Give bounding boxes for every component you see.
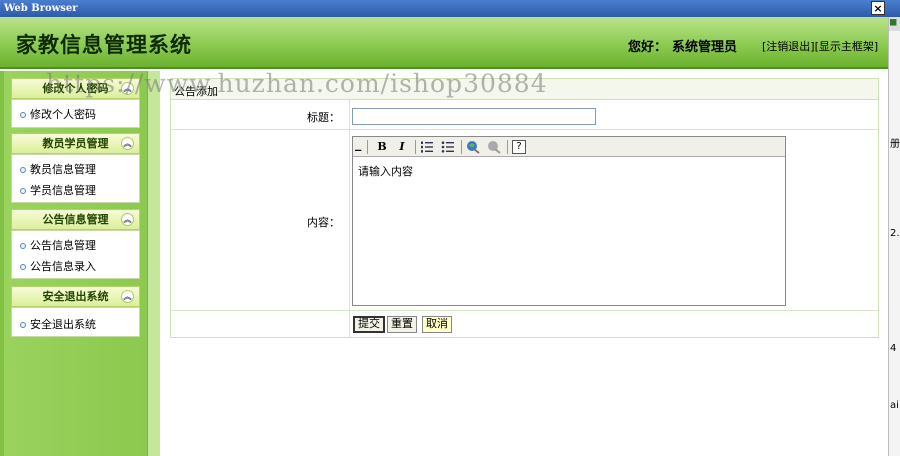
sidebar-item-label: 公告信息管理 <box>30 239 96 252</box>
greeting-label: 您好： <box>628 40 668 55</box>
sidebar-section-logout[interactable]: 安全退出系统 ︽ <box>11 286 140 307</box>
sidebar-item-student-info[interactable]: 学员信息管理 <box>20 182 96 198</box>
header-links: [注销退出][显示主框架] <box>762 38 878 54</box>
window-titlebar: Web Browser × <box>0 0 900 17</box>
app-title: 家教信息管理系统 <box>16 33 192 57</box>
browser-window: Web Browser × ◼ 册 2. 4 ai 家教信息管理系统 您好： 系… <box>0 0 900 456</box>
content-label: 内容： <box>307 216 340 229</box>
show-main-frame-link[interactable]: [显示主框架] <box>815 40 879 53</box>
form-title: 公告添加 <box>174 85 218 98</box>
bullet-icon <box>20 322 26 328</box>
toolbar-separator <box>415 140 416 154</box>
sidebar-section-announcements[interactable]: 公告信息管理 ︽ <box>11 209 140 230</box>
sidebar-section-password[interactable]: 修改个人密码 ︽ <box>11 78 140 99</box>
remove-link-icon[interactable] <box>487 140 501 154</box>
sidebar-item-announcement-entry[interactable]: 公告信息录入 <box>20 258 96 274</box>
insert-link-icon[interactable] <box>466 140 480 154</box>
window-close-button[interactable]: × <box>871 1 885 15</box>
sidebar-item-label: 学员信息管理 <box>30 184 96 197</box>
announcement-form: 公告添加 标题： 内容： ▁ B I ? 请输入内容 提交 重置 取消 <box>170 78 879 338</box>
current-user-name: 系统管理员 <box>672 40 738 55</box>
sidebar-section-tutors-students[interactable]: 教员学员管理 ︽ <box>11 133 140 154</box>
sidebar-item-label: 修改个人密码 <box>30 108 96 121</box>
sidebar: 修改个人密码 ︽ 修改个人密码 教员学员管理 ︽ 教员信息管理 学员信息管理 公… <box>0 71 160 456</box>
app-header: 家教信息管理系统 您好： 系统管理员 [注销退出][显示主框架] <box>0 17 888 69</box>
italic-button[interactable]: I <box>395 140 409 154</box>
background-text-fragment: ai <box>890 400 899 411</box>
sidebar-section-title: 修改个人密码 <box>42 82 109 95</box>
submit-button[interactable]: 提交 <box>353 316 385 333</box>
sidebar-item-change-password[interactable]: 修改个人密码 <box>20 106 96 122</box>
editor-content[interactable]: 请输入内容 <box>358 163 413 179</box>
cancel-button[interactable]: 取消 <box>422 316 452 333</box>
toolbar-separator <box>461 140 462 154</box>
bold-button[interactable]: B <box>375 140 389 154</box>
sidebar-item-label: 安全退出系统 <box>30 318 96 331</box>
background-text-fragment: 2. <box>890 228 900 239</box>
toolbar-grip-icon: ▁ <box>355 142 362 151</box>
sidebar-section-body: 安全退出系统 <box>11 307 140 337</box>
logout-link[interactable]: [注销退出] <box>762 40 815 53</box>
sidebar-item-tutor-info[interactable]: 教员信息管理 <box>20 161 96 177</box>
background-window-edge: ◼ 册 2. 4 ai <box>888 17 900 456</box>
background-text-fragment: 4 <box>890 343 897 354</box>
collapse-icon[interactable]: ︽ <box>121 82 134 95</box>
title-label: 标题： <box>307 111 340 124</box>
sidebar-item-label: 公告信息录入 <box>30 260 96 273</box>
ordered-list-icon[interactable] <box>420 140 434 154</box>
sidebar-scrollbar[interactable] <box>147 71 160 456</box>
editor-toolbar: ▁ B I ? <box>353 137 785 157</box>
bullet-icon <box>20 243 26 249</box>
help-icon[interactable]: ? <box>512 140 526 154</box>
sidebar-section-title: 公告信息管理 <box>42 213 109 226</box>
row-divider <box>171 129 878 130</box>
sidebar-item-announcement-manage[interactable]: 公告信息管理 <box>20 237 96 253</box>
column-divider <box>349 100 350 338</box>
background-window-icon: ◼ <box>889 17 900 31</box>
toolbar-separator <box>367 140 368 154</box>
bullet-icon <box>20 264 26 270</box>
bullet-icon <box>20 112 26 118</box>
sidebar-section-body: 教员信息管理 学员信息管理 <box>11 154 140 203</box>
toolbar-separator <box>507 140 508 154</box>
sidebar-section-body: 公告信息管理 公告信息录入 <box>11 230 140 279</box>
row-divider <box>171 310 878 311</box>
bullet-icon <box>20 167 26 173</box>
unordered-list-icon[interactable] <box>441 140 455 154</box>
background-text-fragment: 册 <box>890 139 900 150</box>
collapse-icon[interactable]: ︽ <box>121 213 134 226</box>
form-header: 公告添加 <box>171 79 878 100</box>
title-input[interactable] <box>352 108 596 125</box>
collapse-icon[interactable]: ︽ <box>121 137 134 150</box>
sidebar-item-label: 教员信息管理 <box>30 163 96 176</box>
sidebar-item-safe-logout[interactable]: 安全退出系统 <box>20 316 96 332</box>
sidebar-section-title: 安全退出系统 <box>42 290 109 303</box>
collapse-icon[interactable]: ︽ <box>121 290 134 303</box>
rich-text-editor[interactable]: ▁ B I ? 请输入内容 <box>352 136 786 306</box>
window-title: Web Browser <box>4 3 78 14</box>
sidebar-section-body: 修改个人密码 <box>11 99 140 128</box>
bullet-icon <box>20 188 26 194</box>
sidebar-section-title: 教员学员管理 <box>42 137 109 150</box>
reset-button[interactable]: 重置 <box>387 316 417 333</box>
